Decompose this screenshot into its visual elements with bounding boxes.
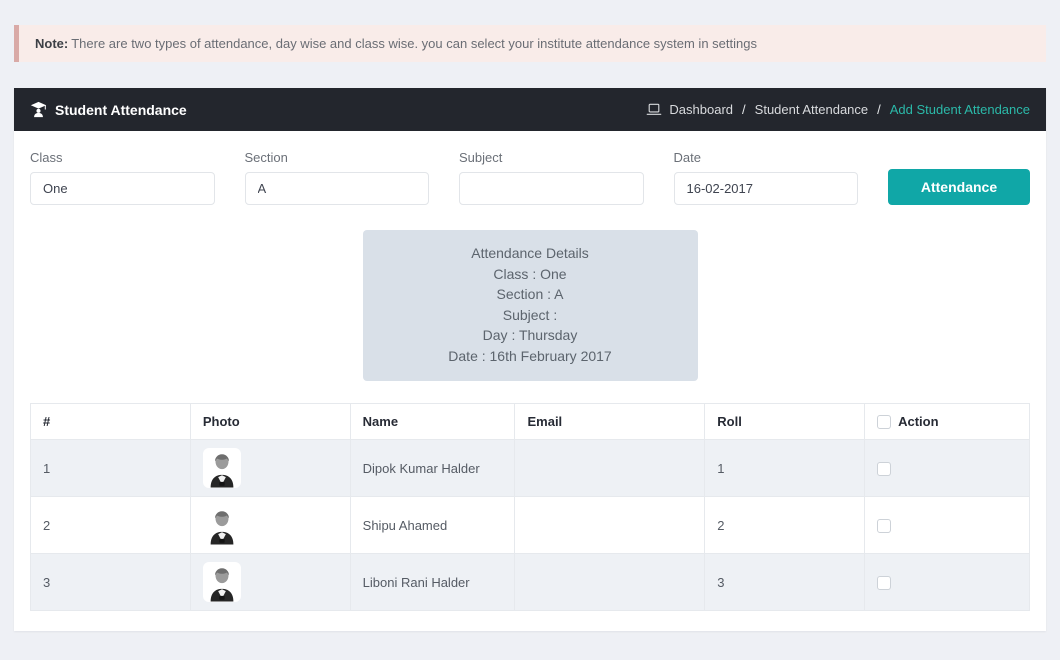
- graduate-person-icon: [30, 101, 47, 118]
- section-input[interactable]: [245, 172, 430, 205]
- details-class: Class : One: [373, 264, 688, 285]
- row-email: [515, 554, 705, 611]
- row-action-cell: [865, 497, 1030, 554]
- student-attendance-panel: Student Attendance Dashboard / Student A…: [14, 88, 1046, 631]
- note-prefix: Note:: [35, 36, 68, 51]
- attendance-checkbox[interactable]: [877, 576, 891, 590]
- row-roll: 3: [705, 554, 865, 611]
- subject-input[interactable]: [459, 172, 644, 205]
- row-index: 1: [31, 440, 191, 497]
- date-input[interactable]: [674, 172, 859, 205]
- row-index: 3: [31, 554, 191, 611]
- header-action: Action: [865, 404, 1030, 440]
- class-input[interactable]: [30, 172, 215, 205]
- table-row: 1 Dipok Kumar Halder: [31, 440, 1030, 497]
- row-name: Shipu Ahamed: [350, 497, 515, 554]
- attendance-button-col: Attendance: [888, 150, 1030, 205]
- class-label: Class: [30, 150, 215, 165]
- students-table: # Photo Name Email Roll Action 1: [30, 403, 1030, 611]
- student-avatar: [203, 448, 241, 488]
- student-avatar: [203, 562, 241, 602]
- date-label: Date: [674, 150, 859, 165]
- table-header-row: # Photo Name Email Roll Action: [31, 404, 1030, 440]
- attendance-checkbox[interactable]: [877, 519, 891, 533]
- attendance-button[interactable]: Attendance: [888, 169, 1030, 205]
- row-roll: 1: [705, 440, 865, 497]
- attendance-checkbox[interactable]: [877, 462, 891, 476]
- row-email: [515, 497, 705, 554]
- row-email: [515, 440, 705, 497]
- breadcrumb: Dashboard / Student Attendance / Add Stu…: [646, 102, 1030, 117]
- row-name: Dipok Kumar Halder: [350, 440, 515, 497]
- subject-label: Subject: [459, 150, 644, 165]
- row-photo-cell: [190, 497, 350, 554]
- class-field-group: Class: [30, 150, 215, 205]
- student-avatar: [203, 505, 241, 545]
- header-photo: Photo: [190, 404, 350, 440]
- attendance-details-box: Attendance Details Class : One Section :…: [363, 230, 698, 381]
- header-hash: #: [31, 404, 191, 440]
- section-field-group: Section: [245, 150, 430, 205]
- date-field-group: Date: [674, 150, 859, 205]
- subject-field-group: Subject: [459, 150, 644, 205]
- details-title: Attendance Details: [373, 243, 688, 264]
- header-email: Email: [515, 404, 705, 440]
- section-label: Section: [245, 150, 430, 165]
- laptop-icon: [646, 103, 662, 116]
- details-date: Date : 16th February 2017: [373, 346, 688, 367]
- panel-body: Class Section Subject Date Attendance At…: [14, 131, 1046, 631]
- row-action-cell: [865, 440, 1030, 497]
- attendance-filter-form: Class Section Subject Date Attendance: [30, 150, 1030, 205]
- header-action-label: Action: [898, 414, 938, 429]
- page-title: Student Attendance: [30, 101, 187, 118]
- header-name: Name: [350, 404, 515, 440]
- details-subject: Subject :: [373, 305, 688, 326]
- row-roll: 2: [705, 497, 865, 554]
- select-all-checkbox[interactable]: [877, 415, 891, 429]
- row-index: 2: [31, 497, 191, 554]
- table-row: 2 Shipu Ahamed: [31, 497, 1030, 554]
- panel-header: Student Attendance Dashboard / Student A…: [14, 88, 1046, 131]
- row-name: Liboni Rani Halder: [350, 554, 515, 611]
- breadcrumb-student-attendance[interactable]: Student Attendance: [755, 102, 868, 117]
- row-action-cell: [865, 554, 1030, 611]
- breadcrumb-add-student-attendance[interactable]: Add Student Attendance: [890, 102, 1030, 117]
- table-row: 3 Liboni Rani Halder: [31, 554, 1030, 611]
- note-text: There are two types of attendance, day w…: [71, 36, 757, 51]
- row-photo-cell: [190, 440, 350, 497]
- breadcrumb-separator: /: [877, 102, 881, 117]
- details-day: Day : Thursday: [373, 325, 688, 346]
- breadcrumb-dashboard[interactable]: Dashboard: [669, 102, 733, 117]
- page-title-text: Student Attendance: [55, 102, 187, 118]
- breadcrumb-separator: /: [742, 102, 746, 117]
- row-photo-cell: [190, 554, 350, 611]
- details-section: Section : A: [373, 284, 688, 305]
- note-alert: Note:There are two types of attendance, …: [14, 25, 1046, 62]
- header-roll: Roll: [705, 404, 865, 440]
